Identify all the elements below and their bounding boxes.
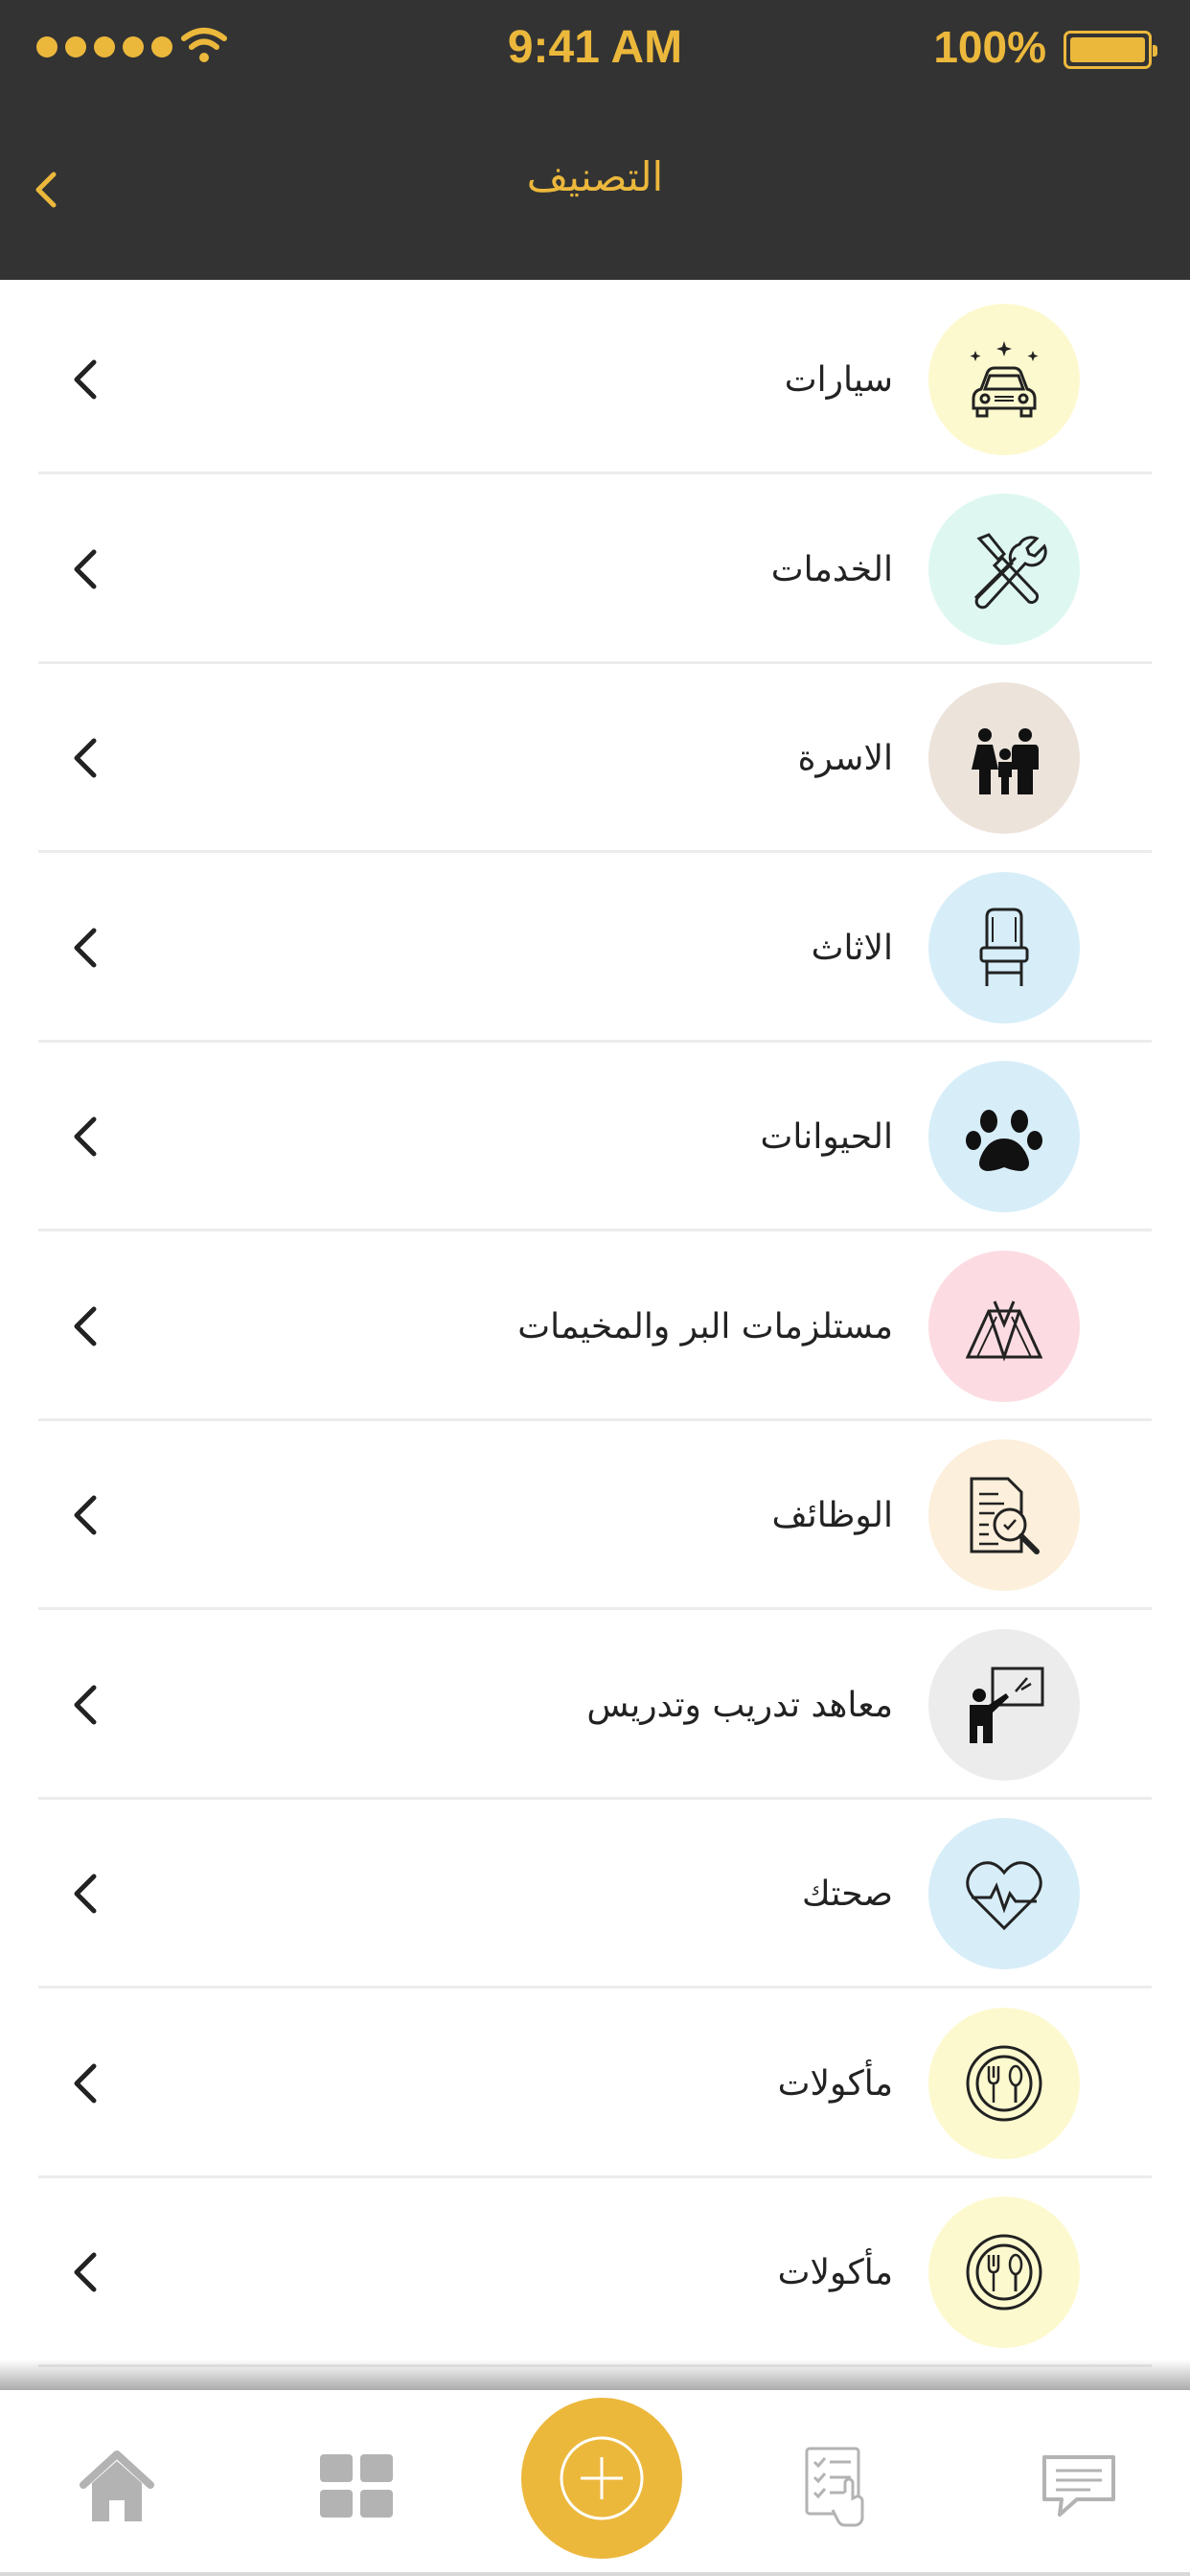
list-item[interactable]: سيارات (38, 286, 1152, 474)
category-label: سيارات (784, 360, 893, 400)
status-bar: 9:41 AM 100% (0, 0, 1190, 96)
paw-icon (966, 1110, 1042, 1171)
dining-icon (966, 2045, 1042, 2122)
add-ad-button[interactable] (521, 2398, 682, 2559)
battery-icon (1064, 31, 1157, 69)
dining-icon (966, 2234, 1042, 2311)
category-label: الاثاث (811, 929, 893, 968)
chevron-left-icon (74, 1306, 97, 1346)
car-icon (970, 341, 1039, 418)
checklist-icon (805, 2447, 864, 2527)
category-label: مأكولات (777, 2253, 893, 2292)
page-title: التصنيف (526, 153, 664, 200)
category-label: مأكولات (777, 2064, 893, 2104)
home-icon (80, 2450, 154, 2521)
list-item[interactable]: مأكولات (38, 1990, 1152, 2178)
bottom-edge (0, 2572, 1190, 2576)
tools-icon (973, 533, 1047, 610)
list-item[interactable]: الاثاث (38, 854, 1152, 1043)
category-label: الاسرة (797, 739, 893, 778)
chevron-left-icon (74, 1685, 97, 1725)
tab-home[interactable] (69, 2438, 165, 2534)
tent-icon (965, 1300, 1043, 1362)
battery-percentage: 100% (933, 22, 1046, 72)
add-icon (560, 2436, 644, 2520)
teacher-icon (970, 1667, 1044, 1743)
category-label: الحيوانات (760, 1117, 893, 1157)
family-icon (972, 728, 1039, 794)
category-icon-badge (928, 2196, 1080, 2348)
list-item[interactable]: صحتك (38, 1800, 1152, 1989)
category-icon-badge (928, 494, 1080, 645)
top-bar: 9:41 AM 100% التصنيف (0, 0, 1190, 280)
category-label: صحتك (801, 1874, 893, 1914)
category-icon-badge (928, 1629, 1080, 1781)
category-icon-badge (928, 2008, 1080, 2159)
chat-icon (1042, 2455, 1115, 2517)
category-icon-badge (928, 872, 1080, 1024)
tab-messages[interactable] (1031, 2438, 1127, 2534)
category-icon-badge (928, 1439, 1080, 1591)
grid-icon (320, 2454, 393, 2518)
tab-categories[interactable] (309, 2438, 404, 2534)
chevron-left-icon (74, 549, 97, 589)
chair-icon (979, 908, 1029, 986)
tab-my-ads[interactable] (791, 2438, 887, 2534)
heart-pulse-icon (966, 1861, 1042, 1931)
chevron-left-icon (74, 2252, 97, 2292)
list-item[interactable]: الاسرة (38, 664, 1152, 853)
category-icon-badge (928, 1061, 1080, 1212)
list-item[interactable]: الخدمات (38, 475, 1152, 664)
chevron-left-icon (74, 1874, 97, 1914)
category-label: مستلزمات البر والمخيمات (517, 1307, 893, 1346)
list-item[interactable]: معاهد تدريب وتدريس (38, 1611, 1152, 1800)
list-item[interactable]: مأكولات (38, 2178, 1152, 2367)
list-item[interactable]: الوظائف (38, 1421, 1152, 1610)
list-item[interactable]: الحيوانات (38, 1043, 1152, 1231)
category-icon-badge (928, 304, 1080, 455)
chevron-left-icon (74, 928, 97, 968)
category-icon-badge (928, 682, 1080, 834)
chevron-left-icon (74, 738, 97, 778)
chevron-left-icon (74, 2063, 97, 2104)
tab-bar-shadow (0, 2359, 1190, 2392)
category-icon-badge (928, 1818, 1080, 1969)
chevron-left-icon (74, 359, 97, 400)
chevron-left-icon (74, 1116, 97, 1157)
list-item[interactable]: مستلزمات البر والمخيمات (38, 1232, 1152, 1421)
job-document-icon (970, 1477, 1040, 1554)
category-label: الخدمات (770, 550, 893, 589)
category-icon-badge (928, 1251, 1080, 1402)
chevron-left-icon (74, 1495, 97, 1535)
category-label: الوظائف (771, 1496, 893, 1535)
category-label: معاهد تدريب وتدريس (586, 1686, 893, 1725)
